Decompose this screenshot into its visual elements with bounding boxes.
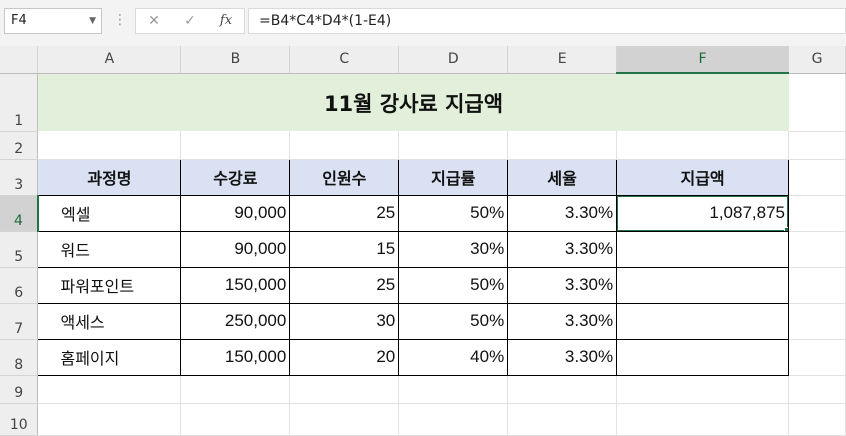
cell-e10[interactable] xyxy=(507,403,618,436)
cell-amount[interactable] xyxy=(616,266,789,304)
cell-c10[interactable] xyxy=(289,403,400,436)
cell-tax[interactable]: 3.30% xyxy=(507,194,618,232)
cell-g1[interactable] xyxy=(788,73,846,132)
cell-count[interactable]: 25 xyxy=(289,266,400,304)
cell-count[interactable]: 30 xyxy=(289,302,400,340)
cell-c2[interactable] xyxy=(289,131,400,160)
header-tax[interactable]: 세율 xyxy=(507,158,618,196)
cell-f9[interactable] xyxy=(616,375,789,404)
cell-e2[interactable] xyxy=(507,131,618,160)
cell-tax[interactable]: 3.30% xyxy=(507,230,618,268)
sheet-title[interactable]: 11월 강사료 지급액 xyxy=(37,73,789,131)
row-header-9[interactable]: 9 xyxy=(0,375,39,404)
chevron-down-icon[interactable]: ▼ xyxy=(89,9,96,33)
cell-f2[interactable] xyxy=(616,131,789,160)
cell-fee[interactable]: 90,000 xyxy=(180,230,291,268)
cell-c9[interactable] xyxy=(289,375,400,404)
insert-function-icon[interactable]: fx xyxy=(214,9,238,33)
formula-buttons: ✕ ✓ fx xyxy=(135,8,245,34)
row-header-8[interactable]: 8 xyxy=(0,339,39,376)
name-box-value: F4 xyxy=(11,13,27,28)
cell-a10[interactable] xyxy=(37,403,182,436)
active-cell-f4[interactable]: 1,087,875 xyxy=(616,194,789,232)
cell-count[interactable]: 15 xyxy=(289,230,400,268)
cell-g7[interactable] xyxy=(788,303,846,340)
row-header-1[interactable]: 1 xyxy=(0,73,39,132)
cell-d2[interactable] xyxy=(398,131,509,160)
more-options-icon[interactable]: ⋮ xyxy=(113,10,127,30)
select-all-corner[interactable] xyxy=(0,46,39,74)
cell-fee[interactable]: 150,000 xyxy=(180,338,291,376)
cell-amount[interactable] xyxy=(616,230,789,268)
column-header-d[interactable]: D xyxy=(398,46,509,74)
cell-amount[interactable] xyxy=(616,302,789,340)
cell-b10[interactable] xyxy=(180,403,291,436)
cell-g4[interactable] xyxy=(788,195,846,232)
cell-tax[interactable]: 3.30% xyxy=(507,266,618,304)
cell-rate[interactable]: 50% xyxy=(398,302,509,340)
header-amount[interactable]: 지급액 xyxy=(616,158,789,196)
row-header-7[interactable]: 7 xyxy=(0,303,39,340)
row-header-4[interactable]: 4 xyxy=(0,195,39,232)
row-header-2[interactable]: 2 xyxy=(0,131,39,160)
row-header-5[interactable]: 5 xyxy=(0,231,39,268)
cell-f10[interactable] xyxy=(616,403,789,436)
cell-count[interactable]: 25 xyxy=(289,194,400,232)
cell-amount: 1,087,875 xyxy=(709,203,785,222)
column-header-g[interactable]: G xyxy=(788,46,846,74)
row-header-10[interactable]: 10 xyxy=(0,403,39,436)
worksheet-grid: A B C D E F G 1 11월 강사료 지급액 2 3 과정명 수강료 … xyxy=(0,46,846,436)
name-box[interactable]: F4 ▼ xyxy=(4,8,102,34)
cell-course[interactable]: 파워포인트 xyxy=(37,266,182,304)
cell-course[interactable]: 액세스 xyxy=(37,302,182,340)
column-header-f[interactable]: F xyxy=(616,46,789,74)
cell-tax[interactable]: 3.30% xyxy=(507,302,618,340)
cell-rate[interactable]: 40% xyxy=(398,338,509,376)
cell-count[interactable]: 20 xyxy=(289,338,400,376)
cell-rate[interactable]: 30% xyxy=(398,230,509,268)
cell-g5[interactable] xyxy=(788,231,846,268)
cell-g8[interactable] xyxy=(788,339,846,376)
fill-handle[interactable] xyxy=(784,226,788,230)
cell-g10[interactable] xyxy=(788,403,846,436)
column-header-b[interactable]: B xyxy=(180,46,291,74)
cell-a2[interactable] xyxy=(37,131,182,160)
column-header-c[interactable]: C xyxy=(289,46,400,74)
cancel-icon[interactable]: ✕ xyxy=(142,9,166,33)
cell-rate[interactable]: 50% xyxy=(398,194,509,232)
cell-amount[interactable] xyxy=(616,338,789,376)
cell-g2[interactable] xyxy=(788,131,846,160)
column-header-e[interactable]: E xyxy=(507,46,618,74)
cell-tax[interactable]: 3.30% xyxy=(507,338,618,376)
cell-rate[interactable]: 50% xyxy=(398,266,509,304)
row-header-6[interactable]: 6 xyxy=(0,267,39,304)
cell-fee[interactable]: 90,000 xyxy=(180,194,291,232)
formula-bar: F4 ▼ ⋮ ✕ ✓ fx =B4*C4*D4*(1-E4) xyxy=(0,0,846,46)
cell-g3[interactable] xyxy=(788,159,846,196)
cell-course[interactable]: 엑셀 xyxy=(37,194,182,232)
cell-fee[interactable]: 150,000 xyxy=(180,266,291,304)
header-count[interactable]: 인원수 xyxy=(289,158,400,196)
header-course[interactable]: 과정명 xyxy=(37,158,182,196)
header-rate[interactable]: 지급률 xyxy=(398,158,509,196)
header-fee[interactable]: 수강료 xyxy=(180,158,291,196)
cell-b9[interactable] xyxy=(180,375,291,404)
formula-input[interactable]: =B4*C4*D4*(1-E4) xyxy=(248,8,846,34)
cell-g6[interactable] xyxy=(788,267,846,304)
enter-icon[interactable]: ✓ xyxy=(178,9,202,33)
cell-course[interactable]: 워드 xyxy=(37,230,182,268)
column-header-a[interactable]: A xyxy=(37,46,182,74)
cell-g9[interactable] xyxy=(788,375,846,404)
cell-a9[interactable] xyxy=(37,375,182,404)
cell-d10[interactable] xyxy=(398,403,509,436)
cell-b2[interactable] xyxy=(180,131,291,160)
cell-d9[interactable] xyxy=(398,375,509,404)
cell-course[interactable]: 홈페이지 xyxy=(37,338,182,376)
row-header-3[interactable]: 3 xyxy=(0,159,39,196)
cell-e9[interactable] xyxy=(507,375,618,404)
cell-fee[interactable]: 250,000 xyxy=(180,302,291,340)
